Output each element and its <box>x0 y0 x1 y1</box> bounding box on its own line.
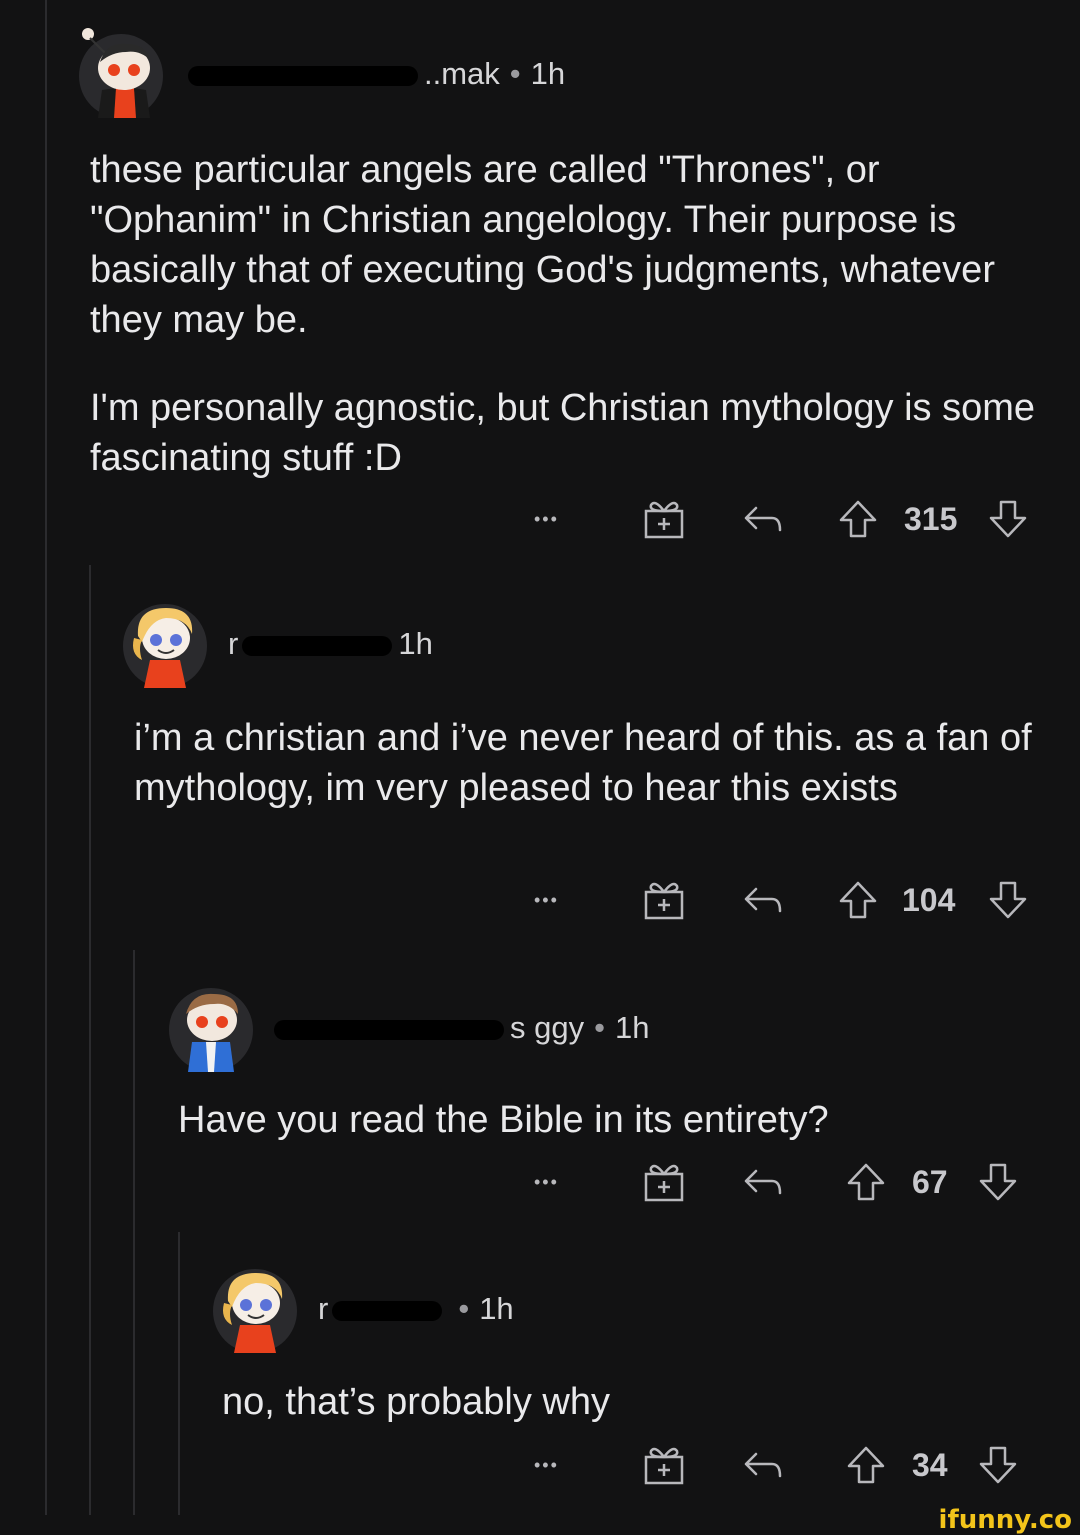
more-options-button[interactable]: ••• <box>534 1440 559 1490</box>
comment-body: no, that’s probably why <box>222 1377 1042 1427</box>
downvote-button[interactable] <box>988 875 1028 925</box>
redaction-mark <box>242 635 393 656</box>
upvote-button[interactable] <box>846 1440 886 1490</box>
timestamp: 1h <box>614 1010 650 1045</box>
comment-paragraph: Have you read the Bible in its entirety? <box>178 1099 829 1141</box>
reply-button[interactable] <box>742 1157 784 1207</box>
comment-header: s ggy • 1h <box>166 968 766 1072</box>
gift-icon <box>644 882 684 920</box>
comment-body: these particular angels are called "Thro… <box>90 145 1050 483</box>
reply-button[interactable] <box>742 494 784 544</box>
reply-icon <box>744 887 782 913</box>
downvote-arrow-icon <box>979 1446 1017 1484</box>
award-button[interactable] <box>643 1440 685 1490</box>
user-avatar[interactable] <box>76 28 166 118</box>
vote-score: 315 <box>904 500 958 537</box>
upvote-button[interactable] <box>846 1157 886 1207</box>
downvote-arrow-icon <box>979 1163 1017 1201</box>
downvote-arrow-icon <box>989 500 1027 538</box>
reply-icon <box>744 1169 782 1195</box>
timestamp: 1h <box>530 56 566 91</box>
separator-dot: • <box>509 56 521 91</box>
comment-actions: ••• 34 <box>0 1440 1080 1490</box>
comment-paragraph: these particular angels are called "Thro… <box>90 149 995 341</box>
downvote-arrow-icon <box>989 881 1027 919</box>
downvote-button[interactable] <box>978 1440 1018 1490</box>
reply-icon <box>744 1452 782 1478</box>
thread-line-level-1 <box>45 0 47 1515</box>
upvote-button[interactable] <box>838 494 878 544</box>
comment-header: r 1h <box>120 586 720 688</box>
separator-dot: • <box>594 1010 605 1045</box>
username[interactable]: r 1h <box>228 626 433 662</box>
upvote-arrow-icon <box>847 1163 885 1201</box>
user-avatar[interactable] <box>166 968 256 1072</box>
timestamp: 1h <box>398 626 433 661</box>
user-avatar[interactable] <box>120 586 210 688</box>
reply-icon <box>744 506 782 532</box>
award-button[interactable] <box>643 1157 685 1207</box>
award-button[interactable] <box>643 875 685 925</box>
comment-actions: ••• 67 <box>0 1157 1080 1207</box>
thread-line-level-3 <box>133 950 135 1515</box>
thread-line-level-2 <box>89 565 91 1515</box>
award-button[interactable] <box>643 494 685 544</box>
more-options-button[interactable]: ••• <box>534 875 559 925</box>
comment-body: i’m a christian and i’ve never heard of … <box>134 713 1044 813</box>
vote-score: 34 <box>912 1446 948 1483</box>
upvote-arrow-icon <box>839 500 877 538</box>
vote-score: 104 <box>902 881 956 918</box>
more-options-button[interactable]: ••• <box>534 494 559 544</box>
vote-score: 67 <box>912 1163 948 1200</box>
comment-header: ..mak • 1h <box>76 28 676 118</box>
reply-button[interactable] <box>742 1440 784 1490</box>
comment-paragraph: i’m a christian and i’ve never heard of … <box>134 717 1032 809</box>
gift-icon <box>644 501 684 539</box>
user-avatar[interactable] <box>210 1263 300 1353</box>
timestamp: 1h <box>479 1291 514 1326</box>
upvote-arrow-icon <box>847 1446 885 1484</box>
ifunny-watermark: ifunny.co <box>938 1505 1072 1535</box>
downvote-button[interactable] <box>988 494 1028 544</box>
gift-icon <box>644 1447 684 1485</box>
upvote-arrow-icon <box>839 881 877 919</box>
username[interactable]: r • 1h <box>318 1291 514 1327</box>
redaction-mark <box>188 65 418 86</box>
comment-actions: ••• 315 <box>0 494 1080 544</box>
comment-actions: ••• 104 <box>0 875 1080 925</box>
gift-icon <box>644 1164 684 1202</box>
comment-body: Have you read the Bible in its entirety? <box>178 1095 1048 1145</box>
redaction-mark <box>332 1300 443 1321</box>
username[interactable]: s ggy • 1h <box>274 1010 649 1046</box>
username[interactable]: ..mak • 1h <box>188 56 565 92</box>
reply-button[interactable] <box>742 875 784 925</box>
comment-paragraph: I'm personally agnostic, but Christian m… <box>90 387 1035 479</box>
separator-dot: • <box>458 1291 470 1326</box>
comment-header: r • 1h <box>210 1263 810 1353</box>
more-options-button[interactable]: ••• <box>534 1157 559 1207</box>
downvote-button[interactable] <box>978 1157 1018 1207</box>
upvote-button[interactable] <box>838 875 878 925</box>
redaction-mark <box>274 1019 504 1040</box>
comment-paragraph: no, that’s probably why <box>222 1381 610 1423</box>
